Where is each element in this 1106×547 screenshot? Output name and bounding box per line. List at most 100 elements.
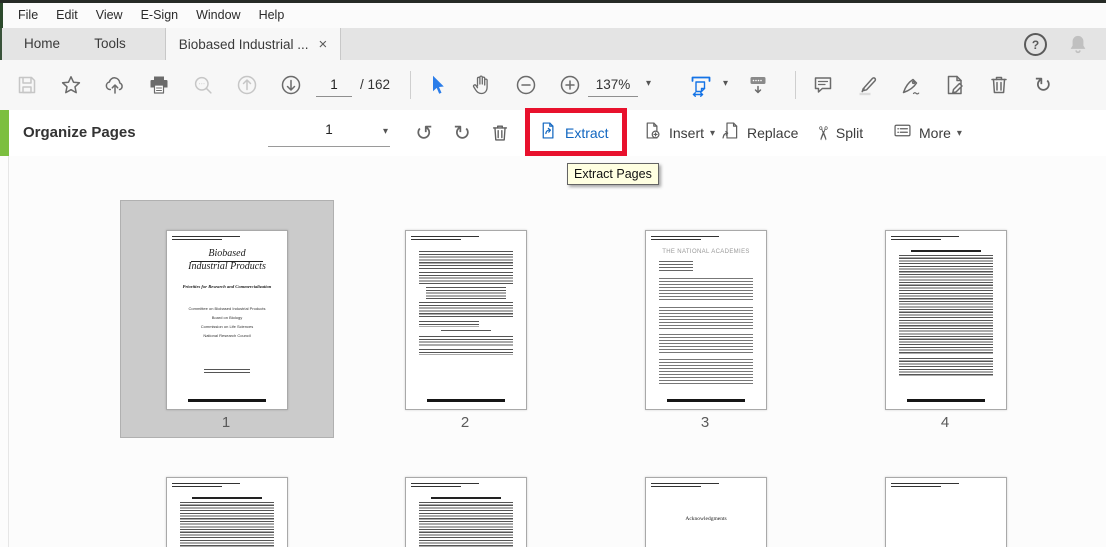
tab-document[interactable]: Biobased Industrial ... × [165,28,341,61]
menu-item-esign[interactable]: E-Sign [132,3,188,28]
chevron-down-icon: ▾ [710,127,716,139]
zoom-out-icon[interactable] [508,67,544,103]
menu-item-window[interactable]: Window [187,3,249,28]
save-icon[interactable] [9,67,45,103]
menu-item-file[interactable]: File [9,3,47,28]
delete-pages-button[interactable] [482,115,518,151]
toolbar-separator [410,71,411,99]
refresh-glyph: ↻ [1034,73,1052,97]
page-range-value: 1 [325,122,333,137]
rotate-left-button[interactable]: ↺ [406,115,442,151]
toolbar-separator [795,71,796,99]
thumb-title-line [192,497,262,499]
cloud-upload-icon[interactable] [97,67,133,103]
page-header-line [891,486,941,488]
split-button[interactable]: ✂ Split [811,110,863,156]
thumbnail-number-1: 1 [221,414,231,431]
thumbnail-page-2[interactable] [405,230,527,410]
page-header-line [891,483,959,485]
tab-tools[interactable]: Tools [80,28,140,60]
rotate-right-button[interactable]: ↻ [444,115,480,151]
thumb-text: THE NATIONAL ACADEMIES [662,248,750,255]
thumb-text-block [899,255,993,355]
thumbnail-page-6[interactable] [405,477,527,547]
menu-item-view[interactable]: View [87,3,132,28]
hand-tool-icon[interactable] [463,67,499,103]
thumb-text: Commission on Life Sciences [200,324,254,329]
highlight-icon[interactable] [849,67,885,103]
thumb-text: Industrial Products [188,261,266,272]
extract-button[interactable]: Extract [538,110,609,156]
page-down-icon[interactable] [273,67,309,103]
page-header-line [891,236,959,238]
page-number-input[interactable]: 1 [316,73,352,97]
page-footer-bar [427,399,505,402]
page-footer-bar [188,399,266,402]
thumbnail-page-8[interactable] [885,477,1007,547]
close-icon[interactable]: × [319,37,328,52]
thumbnail-page-4[interactable] [885,230,1007,410]
thumb-text: Acknowledgments [685,515,727,522]
bell-icon[interactable] [1065,31,1091,62]
help-icon[interactable]: ? [1024,33,1047,56]
thumbnail-number-2: 2 [460,414,470,431]
thumb-text-block [419,302,513,318]
sign-icon[interactable] [893,67,929,103]
chevron-down-icon: ▾ [956,127,962,139]
insert-button[interactable]: Insert ▾ [642,110,715,156]
delete-icon[interactable] [981,67,1017,103]
extract-label: Extract [565,125,609,141]
rotate-ccw-icon: ↺ [415,121,433,145]
thumb-text-block [180,502,274,547]
page-header-line [172,239,222,241]
menu-item-help[interactable]: Help [250,3,294,28]
page-header-line [651,483,719,485]
acrobat-window: { "menu_bar": { "items": ["File", "Edit"… [0,0,1106,547]
replace-button[interactable]: Replace [720,110,798,156]
help-glyph: ? [1031,37,1040,52]
page-footer-bar [907,399,985,402]
refresh-icon[interactable]: ↻ [1025,67,1061,103]
select-tool-icon[interactable] [419,67,455,103]
split-icon: ✂ [811,125,833,141]
thumb-title-line [911,250,981,252]
thumb-text-block [419,321,479,327]
thumbnail-number-3: 3 [700,414,710,431]
tab-bar: Home Tools Biobased Industrial ... × ? [0,28,1106,61]
thumb-text-block [659,261,693,271]
thumbnail-page-7[interactable]: Acknowledgments [645,477,767,547]
page-header-line [411,239,461,241]
page-total-label: / 162 [360,77,391,92]
chevron-down-icon[interactable]: ▾ [723,78,728,89]
search-icon[interactable] [185,67,221,103]
more-button[interactable]: More ▾ [892,110,962,156]
comment-icon[interactable] [805,67,841,103]
page-scroll-icon[interactable] [740,67,776,103]
page-header-line [411,236,479,238]
thumb-text: Biobased [208,248,246,259]
thumb-text: National Research Council [203,333,251,338]
thumb-text-block [419,251,513,269]
more-label: More [919,125,951,141]
rotate-cw-icon: ↻ [453,121,471,145]
page-header-line [172,236,240,238]
zoom-in-icon[interactable] [552,67,588,103]
thumbnail-page-1[interactable]: Biobased Industrial Products Priorities fo… [166,230,288,410]
fit-width-icon[interactable] [683,67,719,103]
page-range-input[interactable]: 1 ▾ [268,120,390,147]
thumb-title-line [431,497,501,499]
fill-sign-icon[interactable] [937,67,973,103]
tool-accent-bar [0,110,9,156]
star-icon[interactable] [53,67,89,103]
page-header-line [651,236,719,238]
zoom-level-input[interactable]: 137% [588,73,638,97]
thumbnail-page-5[interactable] [166,477,288,547]
main-toolbar: 1 / 162 137% ▾ ▾ ↻ [0,60,1106,111]
organize-pages-title: Organize Pages [23,124,136,141]
thumbnail-page-3[interactable]: THE NATIONAL ACADEMIES [645,230,767,410]
chevron-down-icon[interactable]: ▾ [646,78,651,89]
menu-item-edit[interactable]: Edit [47,3,87,28]
print-icon[interactable] [141,67,177,103]
page-up-icon[interactable] [229,67,265,103]
tab-home[interactable]: Home [12,28,72,60]
